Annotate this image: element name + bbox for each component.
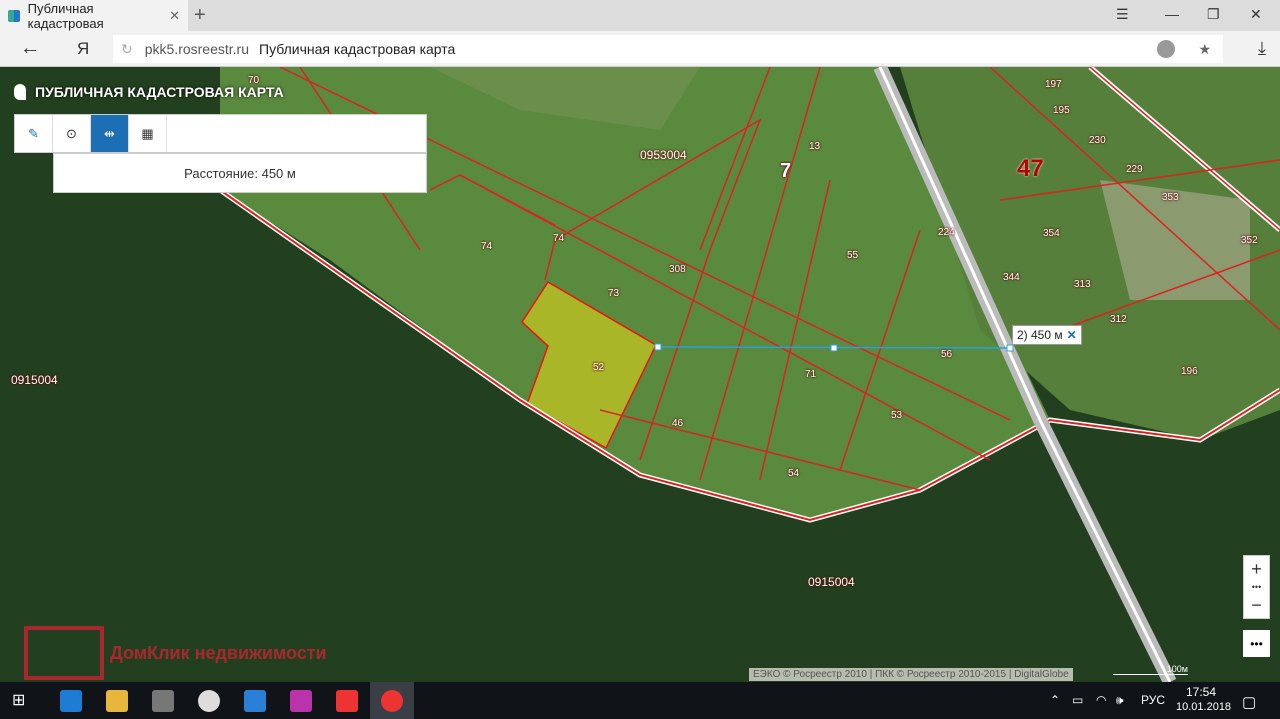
parcel-label[interactable]: 353: [1162, 192, 1179, 203]
calculator-icon[interactable]: [152, 690, 174, 712]
parcel-label[interactable]: 308: [669, 264, 686, 275]
parcel-label[interactable]: 313: [1074, 279, 1091, 290]
more-button[interactable]: •••: [1243, 630, 1270, 657]
edge-icon[interactable]: [60, 690, 82, 712]
reload-icon[interactable]: ↻: [121, 41, 133, 58]
zoom-in-button[interactable]: +: [1244, 556, 1269, 582]
parcel-label[interactable]: 54: [788, 468, 799, 479]
menu-icon[interactable]: ☰: [1116, 6, 1129, 23]
close-tab-icon[interactable]: ✕: [169, 8, 180, 24]
parcel-label[interactable]: 197: [1045, 79, 1062, 90]
parcel-label[interactable]: 312: [1110, 314, 1127, 325]
address-bar-area: ← Я ↻ pkk5.rosreestr.ru Публичная кадаст…: [0, 31, 1280, 67]
toolbar: ✎ ⊙ ⇹ ▦: [14, 114, 427, 153]
scale-bar: 100м: [1113, 664, 1188, 675]
audio-app-icon[interactable]: [244, 690, 266, 712]
parcel-label[interactable]: 73: [608, 288, 619, 299]
restore-button[interactable]: ❐: [1207, 6, 1220, 23]
parcel-label[interactable]: 196: [1181, 366, 1198, 377]
yandex-button[interactable]: Я: [77, 39, 89, 59]
parcel-label[interactable]: 53: [891, 410, 902, 421]
tab-title: Публичная кадастровая: [27, 0, 104, 31]
download-icon[interactable]: ⤓: [1258, 38, 1266, 59]
taskbar: ⊞ ⌃ ▭ ◠ 🕪 РУС 17:54 10.01.2018 ▢: [0, 682, 1280, 719]
parcel-label[interactable]: 0953004: [640, 148, 687, 162]
measure-label-text: 2) 450 м: [1017, 328, 1063, 342]
distance-tool-icon[interactable]: ⇹: [91, 115, 129, 152]
parcel-label[interactable]: 46: [672, 418, 683, 429]
distance-readout: Расстояние: 450 м: [53, 153, 427, 193]
watermark-text: ДомКлик недвижимости: [110, 642, 327, 663]
explorer-icon[interactable]: [106, 690, 128, 712]
back-button[interactable]: ←: [20, 37, 40, 60]
extension-icon[interactable]: [1157, 40, 1175, 58]
draw-tool-icon[interactable]: ✎: [15, 115, 53, 152]
clock-date[interactable]: 10.01.2018: [1176, 701, 1231, 713]
parcel-label[interactable]: 13: [809, 141, 820, 152]
clock-time[interactable]: 17:54: [1186, 685, 1216, 699]
remove-measure-icon[interactable]: ✕: [1067, 328, 1077, 342]
minimize-button[interactable]: —: [1165, 6, 1179, 22]
zoom-handle[interactable]: •••: [1244, 582, 1269, 592]
parcel-label[interactable]: 52: [593, 362, 604, 373]
url-page-title: Публичная кадастровая карта: [259, 41, 456, 57]
parcel-label[interactable]: 56: [941, 349, 952, 360]
tab-pkk[interactable]: Публичная кадастровая ✕: [0, 0, 188, 31]
zoom-control: + ••• −: [1243, 555, 1270, 619]
wifi-icon[interactable]: ◠: [1096, 693, 1106, 707]
paint-app-icon[interactable]: [290, 690, 312, 712]
parcel-label[interactable]: 71: [805, 369, 816, 380]
parcel-label[interactable]: 74: [481, 241, 492, 252]
quarter-label-big: 47: [1017, 155, 1044, 182]
domclick-logo-icon: [24, 626, 104, 680]
attribution: ЕЭКО © Росреестр 2010 | ПКК © Росреестр …: [749, 668, 1073, 681]
address-input[interactable]: ↻ pkk5.rosreestr.ru Публичная кадастрова…: [113, 35, 1223, 63]
yandex-app-icon[interactable]: [336, 690, 358, 712]
pkk-logo-icon: [14, 84, 26, 100]
bookmark-star-icon[interactable]: ★: [1198, 41, 1211, 58]
parcel-label[interactable]: 354: [1043, 228, 1060, 239]
battery-icon[interactable]: ▭: [1072, 693, 1083, 707]
windows-start-icon[interactable]: ⊞: [12, 690, 34, 712]
parcel-label[interactable]: 229: [1126, 164, 1143, 175]
parcel-label-big: 7: [780, 160, 792, 182]
tab-bar: Публичная кадастровая ✕ + ☰ — ❐ ✕: [0, 0, 1280, 31]
parcel-label[interactable]: 74: [553, 233, 564, 244]
tray-chevron-icon[interactable]: ⌃: [1050, 693, 1060, 707]
point-tool-icon[interactable]: ⊙: [53, 115, 91, 152]
url-domain: pkk5.rosreestr.ru: [144, 41, 249, 57]
area-tool-icon[interactable]: ▦: [129, 115, 167, 152]
parcel-label[interactable]: 230: [1089, 135, 1106, 146]
zoom-out-button[interactable]: −: [1244, 592, 1269, 618]
app-title-text: ПУБЛИЧНАЯ КАДАСТРОВАЯ КАРТА: [35, 84, 284, 100]
measure-label: 2) 450 м ✕: [1012, 325, 1082, 345]
camera-app-icon[interactable]: [198, 690, 220, 712]
app-title: ПУБЛИЧНАЯ КАДАСТРОВАЯ КАРТА: [14, 84, 284, 100]
site-favicon-icon: [8, 9, 20, 22]
parcel-label[interactable]: 352: [1241, 235, 1258, 246]
parcel-label[interactable]: 55: [847, 250, 858, 261]
notifications-icon[interactable]: ▢: [1242, 693, 1256, 711]
close-window-button[interactable]: ✕: [1250, 6, 1262, 23]
parcel-label[interactable]: 224: [938, 227, 955, 238]
quarter-label[interactable]: 0915004: [11, 373, 58, 387]
language-indicator[interactable]: РУС: [1141, 693, 1165, 707]
quarter-label[interactable]: 0915004: [808, 575, 855, 589]
new-tab-button[interactable]: +: [194, 4, 206, 27]
volume-icon[interactable]: 🕪: [1116, 693, 1124, 708]
parcel-label[interactable]: 195: [1053, 105, 1070, 116]
domclick-watermark: ДомКлик недвижимости: [24, 626, 327, 680]
parcel-label[interactable]: 344: [1003, 272, 1020, 283]
yandex-browser-taskbar[interactable]: [370, 682, 414, 719]
